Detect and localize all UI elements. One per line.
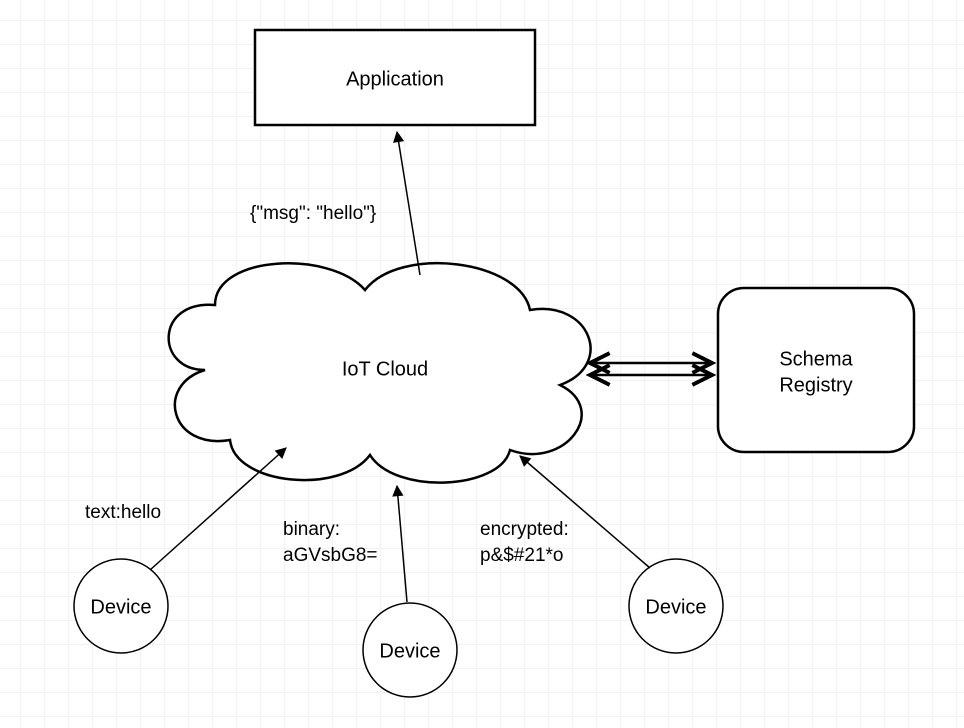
schema-registry-label-2: Registry [779, 374, 852, 396]
iot-cloud-label: IoT Cloud [342, 358, 428, 380]
device-left-label: Device [90, 596, 151, 618]
edge-device-middle-to-cloud: binary: aGVsbG8= [283, 486, 407, 602]
node-schema-registry: Schema Registry [718, 288, 914, 452]
schema-registry-label-1: Schema [779, 348, 853, 370]
node-iot-cloud: IoT Cloud [169, 263, 591, 482]
device-middle-label: Device [379, 640, 440, 662]
edge-device-middle-label-2: aGVsbG8= [283, 545, 378, 566]
node-device-left: Device [74, 559, 168, 653]
edge-device-right-label-1: encrypted: [480, 519, 569, 540]
architecture-diagram: Application IoT Cloud Schema Registry De… [0, 0, 964, 728]
edge-cloud-to-application: {"msg": "hello"} [250, 132, 420, 275]
edge-device-right-label-2: p&$#21*o [480, 545, 563, 566]
node-application: Application [255, 30, 535, 125]
node-device-middle: Device [363, 603, 457, 697]
edge-cloud-to-schema-registry [590, 363, 712, 375]
edge-cloud-to-application-label: {"msg": "hello"} [250, 203, 376, 224]
edge-device-right-to-cloud: encrypted: p&$#21*o [480, 456, 650, 568]
device-right-label: Device [645, 596, 706, 618]
node-device-right: Device [629, 559, 723, 653]
edge-device-left-label: text:hello [85, 502, 161, 523]
application-label: Application [346, 68, 444, 90]
edge-device-middle-label-1: binary: [283, 519, 340, 540]
